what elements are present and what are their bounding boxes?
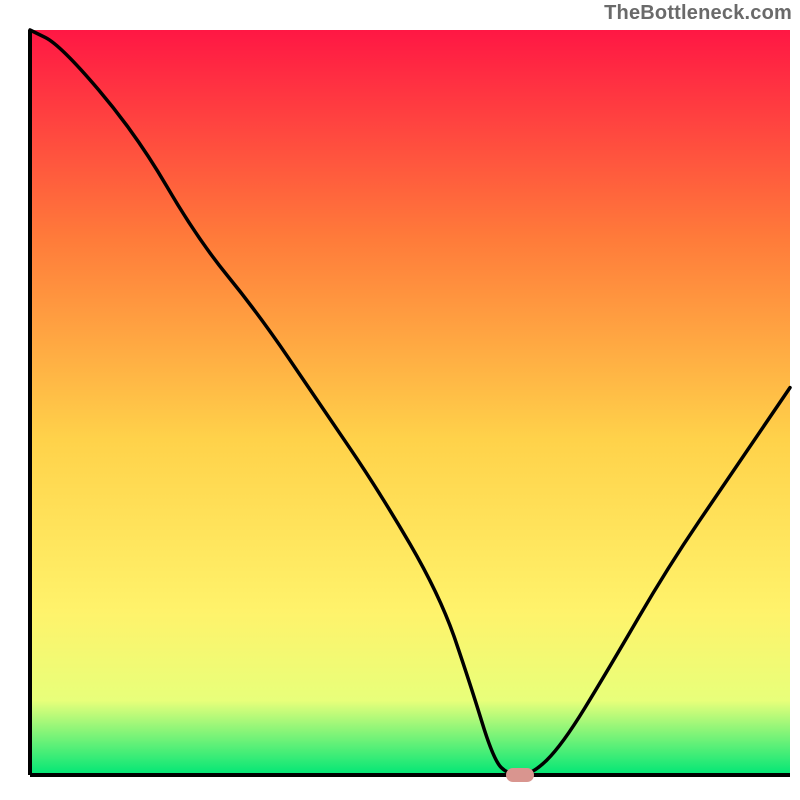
bottleneck-plot [0, 0, 800, 800]
optimum-marker [506, 768, 534, 782]
chart-frame: TheBottleneck.com [0, 0, 800, 800]
watermark-text: TheBottleneck.com [604, 2, 792, 25]
plot-background [30, 30, 790, 775]
